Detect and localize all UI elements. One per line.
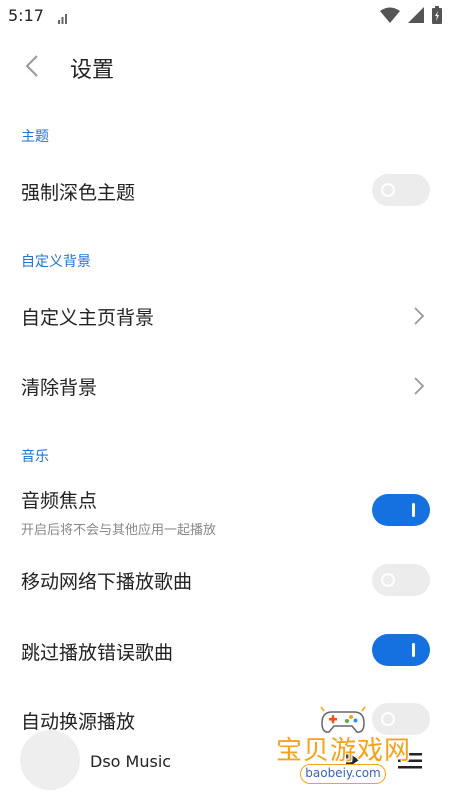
setting-label-force-dark: 强制深色主题 <box>21 182 136 204</box>
back-button[interactable] <box>16 52 48 84</box>
setting-label-skip-error: 跳过播放错误歌曲 <box>21 642 174 664</box>
player-title: Dso Music <box>90 752 172 771</box>
setting-description-audio-focus: 开启后将不会与其他应用一起播放 <box>21 523 217 538</box>
chevron-right-icon <box>412 376 426 396</box>
toggle-knob <box>381 183 395 197</box>
battery-charging-icon <box>432 6 442 28</box>
status-time: 5:17 <box>8 6 44 25</box>
wifi-icon <box>380 7 400 27</box>
skip-error-toggle[interactable] <box>372 634 430 666</box>
toggle-knob <box>412 503 415 517</box>
setting-label-audio-focus: 音频焦点 <box>21 490 98 512</box>
watermark-title: 宝贝游戏网 <box>276 736 412 766</box>
audio-focus-toggle[interactable] <box>372 494 430 526</box>
status-bar: 5:17 <box>0 0 450 32</box>
toggle-knob <box>381 573 395 587</box>
watermark: 宝贝游戏网 baobeiy.com <box>270 706 430 790</box>
signal-bars-mini-icon <box>58 9 70 28</box>
setting-label-mobile-data: 移动网络下播放歌曲 <box>21 571 193 593</box>
app-bar: 设置 <box>0 40 450 96</box>
page-title: 设置 <box>70 58 115 83</box>
chevron-left-icon <box>25 54 39 82</box>
status-icons <box>380 6 442 28</box>
toggle-knob <box>412 643 415 657</box>
cell-signal-icon <box>408 7 424 27</box>
watermark-url: baobeiy.com <box>300 764 386 784</box>
setting-label-clear-bg: 清除背景 <box>21 377 98 399</box>
section-header-music: 音乐 <box>21 449 49 465</box>
album-art[interactable] <box>20 730 80 790</box>
section-header-background: 自定义背景 <box>21 254 91 270</box>
chevron-right-icon <box>412 306 426 326</box>
force-dark-toggle[interactable] <box>372 174 430 206</box>
section-header-theme: 主题 <box>21 129 49 145</box>
mobile-data-toggle[interactable] <box>372 564 430 596</box>
setting-label-custom-home-bg: 自定义主页背景 <box>21 307 155 329</box>
